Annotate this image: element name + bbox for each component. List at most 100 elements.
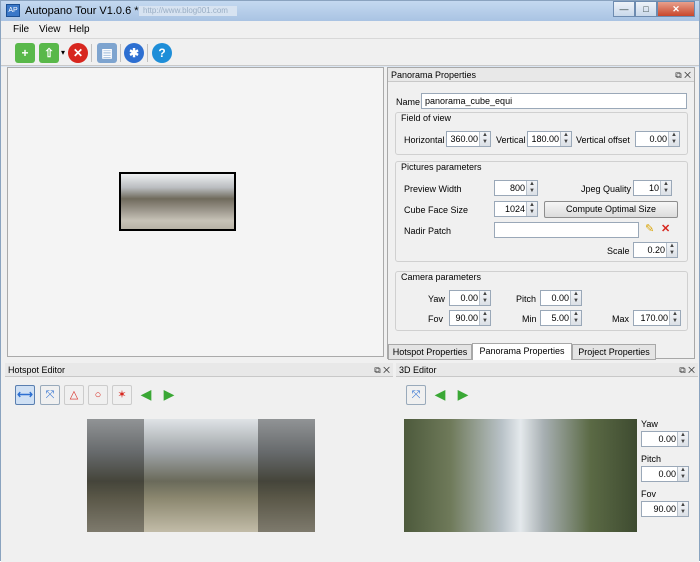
jpeg-quality-label: Jpeg Quality bbox=[581, 184, 632, 194]
3d-yaw-spinbox[interactable]: 0.00 ▲ ▼ bbox=[641, 431, 689, 447]
menu-view[interactable]: View bbox=[39, 24, 61, 35]
3d-pitch-label: Pitch bbox=[641, 454, 662, 464]
vertical-offset-spinbox[interactable]: 0.00 ▲ ▼ bbox=[635, 131, 680, 147]
dock-buttons[interactable]: ⧉ ✕ bbox=[374, 363, 390, 377]
tab-hotspot-properties[interactable]: Hotspot Properties bbox=[388, 344, 472, 360]
spin-arrows-icon[interactable]: ▲ ▼ bbox=[481, 311, 489, 325]
arrow-left-icon[interactable]: ◀ bbox=[430, 385, 450, 405]
hotspot-editor-panel: Hotspot Editor ⧉ ✕ ⟷ ⤧ △ ○ ✶ ◀ ▶ bbox=[1, 363, 394, 562]
window-controls: — □ ✕ bbox=[613, 1, 695, 17]
cube-face-spinbox[interactable]: 1024 ▲ ▼ bbox=[494, 201, 538, 217]
toolbar-separator bbox=[91, 44, 92, 62]
pitch-spinbox[interactable]: 0.00 ▲ ▼ bbox=[540, 290, 582, 306]
min-spinbox[interactable]: 5.00 ▲ ▼ bbox=[540, 310, 582, 326]
toolbar: + ⇧ ▾ ✕ ▤ ✱ ? bbox=[1, 39, 699, 66]
open-folder-icon[interactable]: ✎ bbox=[645, 222, 654, 235]
fov-spinbox[interactable]: 90.00 ▲ ▼ bbox=[449, 310, 491, 326]
tab-panorama-properties[interactable]: Panorama Properties bbox=[472, 343, 572, 360]
spin-arrows-icon[interactable]: ▲ ▼ bbox=[528, 202, 536, 216]
window-title: Autopano Tour V1.0.6 * bbox=[25, 5, 139, 17]
nadir-patch-field[interactable] bbox=[494, 222, 639, 238]
menu-help[interactable]: Help bbox=[69, 24, 90, 35]
delete-icon[interactable]: ✕ bbox=[68, 43, 88, 63]
close-button[interactable]: ✕ bbox=[657, 1, 695, 17]
spin-arrows-icon[interactable]: ▲ ▼ bbox=[668, 243, 676, 257]
clear-icon[interactable]: ✕ bbox=[661, 222, 670, 235]
tab-project-properties[interactable]: Project Properties bbox=[572, 344, 656, 360]
spin-arrows-icon[interactable]: ▲ ▼ bbox=[679, 502, 687, 516]
help-icon[interactable]: ? bbox=[152, 43, 172, 63]
spin-arrows-icon[interactable]: ▲ ▼ bbox=[679, 432, 687, 446]
pictures-section-title: Pictures parameters bbox=[401, 162, 482, 172]
jpeg-quality-spinbox[interactable]: 10 ▲ ▼ bbox=[633, 180, 672, 196]
arrow-left-icon[interactable]: ◀ bbox=[136, 385, 156, 405]
spin-arrows-icon[interactable]: ▲ ▼ bbox=[562, 132, 570, 146]
toolbar-separator bbox=[147, 44, 148, 62]
add-panorama-icon[interactable]: ▤ bbox=[97, 43, 117, 63]
settings-icon[interactable]: ✱ bbox=[124, 43, 144, 63]
spin-arrows-icon[interactable]: ▲ ▼ bbox=[679, 467, 687, 481]
minimize-button[interactable]: — bbox=[613, 1, 635, 17]
menu-file[interactable]: File bbox=[13, 24, 29, 35]
scale-label: Scale bbox=[607, 246, 630, 256]
name-label: Name bbox=[396, 97, 421, 107]
preview-width-spinbox[interactable]: 800 ▲ ▼ bbox=[494, 180, 538, 196]
circle-hotspot-icon[interactable]: ○ bbox=[88, 385, 108, 405]
panorama-properties-title: Panorama Properties ⧉ ✕ bbox=[388, 68, 694, 82]
3d-pitch-spinbox[interactable]: 0.00 ▲ ▼ bbox=[641, 466, 689, 482]
camera-section-title: Camera parameters bbox=[401, 272, 482, 282]
spin-arrows-icon[interactable]: ▲ ▼ bbox=[481, 132, 489, 146]
fit-view-icon[interactable]: ⤧ bbox=[406, 385, 426, 405]
vertical-label: Vertical bbox=[496, 135, 526, 145]
name-field[interactable]: panorama_cube_equi bbox=[421, 93, 687, 109]
maximize-button[interactable]: □ bbox=[635, 1, 657, 17]
yaw-spinbox[interactable]: 0.00 ▲ ▼ bbox=[449, 290, 491, 306]
pitch-label: Pitch bbox=[516, 294, 537, 304]
spin-arrows-icon[interactable]: ▲ ▼ bbox=[528, 181, 536, 195]
hotspot-panorama-image[interactable] bbox=[87, 419, 315, 532]
new-tour-icon[interactable]: + bbox=[15, 43, 35, 63]
max-spinbox[interactable]: 170.00 ▲ ▼ bbox=[633, 310, 681, 326]
panorama-overlap-right bbox=[258, 419, 315, 532]
dock-buttons[interactable]: ⧉ ✕ bbox=[675, 68, 691, 82]
import-icon[interactable]: ⇧ bbox=[39, 43, 59, 63]
spin-arrows-icon[interactable]: ▲ ▼ bbox=[671, 311, 679, 325]
main-window: AP Autopano Tour V1.0.6 * http://www.blo… bbox=[0, 0, 700, 562]
toolbar-separator bbox=[120, 44, 121, 62]
3d-fov-spinbox[interactable]: 90.00 ▲ ▼ bbox=[641, 501, 689, 517]
panorama-overview bbox=[7, 67, 384, 357]
panorama-thumbnail[interactable] bbox=[119, 172, 236, 231]
panorama-overlap-left bbox=[87, 419, 144, 532]
pan-tool-icon[interactable]: ⟷ bbox=[15, 385, 35, 405]
3d-editor-title: 3D Editor ⧉ ✕ bbox=[396, 363, 698, 377]
fov-label: Fov bbox=[428, 314, 444, 324]
spin-arrows-icon[interactable]: ▲ ▼ bbox=[481, 291, 489, 305]
cube-face-label: Cube Face Size bbox=[404, 205, 469, 215]
app-icon: AP bbox=[6, 4, 20, 17]
dock-buttons[interactable]: ⧉ ✕ bbox=[679, 363, 695, 377]
3d-panorama-view[interactable] bbox=[404, 419, 637, 532]
arrow-right-icon[interactable]: ▶ bbox=[453, 385, 473, 405]
spin-arrows-icon[interactable]: ▲ ▼ bbox=[670, 132, 678, 146]
3d-editor-panel: 3D Editor ⧉ ✕ ⤧ ◀ ▶ Yaw 0.00 ▲ ▼ Pitch 0.0… bbox=[396, 363, 699, 562]
fit-view-icon[interactable]: ⤧ bbox=[40, 385, 60, 405]
workspace: Panorama Properties ⧉ ✕ Name panorama_cu… bbox=[1, 67, 699, 562]
compute-optimal-size-button[interactable]: Compute Optimal Size bbox=[544, 201, 678, 218]
horizontal-label: Horizontal bbox=[404, 135, 445, 145]
max-label: Max bbox=[612, 314, 630, 324]
preview-width-label: Preview Width bbox=[404, 184, 462, 194]
menu-bar: File View Help bbox=[1, 21, 699, 39]
fov-section-title: Field of view bbox=[401, 113, 452, 123]
scale-spinbox[interactable]: 0.20 ▲ ▼ bbox=[633, 242, 678, 258]
import-dropdown-icon[interactable]: ▾ bbox=[59, 43, 67, 63]
spin-arrows-icon[interactable]: ▲ ▼ bbox=[572, 311, 580, 325]
spin-arrows-icon[interactable]: ▲ ▼ bbox=[572, 291, 580, 305]
arrow-right-icon[interactable]: ▶ bbox=[159, 385, 179, 405]
vertical-spinbox[interactable]: 180.00 ▲ ▼ bbox=[527, 131, 572, 147]
polygon-hotspot-icon[interactable]: △ bbox=[64, 385, 84, 405]
point-hotspot-icon[interactable]: ✶ bbox=[112, 385, 132, 405]
vertical-offset-label: Vertical offset bbox=[576, 135, 630, 145]
horizontal-spinbox[interactable]: 360.00 ▲ ▼ bbox=[446, 131, 491, 147]
min-label: Min bbox=[522, 314, 537, 324]
spin-arrows-icon[interactable]: ▲ ▼ bbox=[662, 181, 670, 195]
